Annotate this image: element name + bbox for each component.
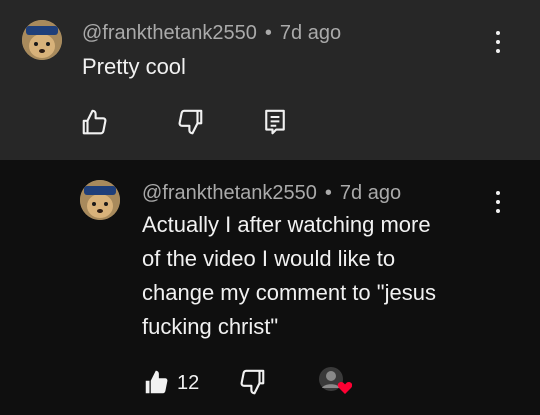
username[interactable]: @frankthetank2550	[82, 22, 257, 44]
reply-text: Actually I after watching more of the vi…	[142, 208, 436, 344]
dislike-button[interactable]	[237, 367, 267, 397]
reply-meta: @frankthetank2550 • 7d ago	[142, 182, 401, 205]
timestamp[interactable]: 7d ago	[340, 182, 401, 204]
reply-text-line: change my comment to "jesus	[142, 280, 436, 305]
more-options-button[interactable]	[490, 188, 506, 216]
like-button[interactable]	[80, 107, 110, 137]
creator-heart[interactable]	[318, 366, 353, 396]
reply-text-line: fucking christ"	[142, 314, 279, 339]
reply-comment-icon	[265, 109, 285, 135]
timestamp[interactable]: 7d ago	[280, 22, 341, 44]
thumbs-up-outline-icon	[82, 109, 107, 135]
dislike-button[interactable]	[175, 107, 205, 137]
dog-avatar-icon	[22, 20, 62, 60]
dog-avatar-icon	[80, 180, 120, 220]
username[interactable]: @frankthetank2550	[142, 182, 317, 204]
reply-text-line: of the video I would like to	[142, 246, 396, 271]
separator-dot: •	[264, 22, 272, 44]
reply-button[interactable]	[260, 107, 290, 137]
reply-thread: @frankthetank2550 • 7d ago Actually I afte…	[0, 160, 540, 415]
reply-text-line: Actually I after watching more	[142, 212, 431, 237]
separator-dot: •	[324, 182, 332, 204]
thumbs-down-outline-icon	[178, 109, 203, 135]
comment-text: Pretty cool	[82, 54, 186, 79]
like-button[interactable]	[142, 367, 172, 397]
comment-thread: @frankthetank2550 • 7d ago Pretty cool	[0, 0, 540, 160]
thumbs-down-outline-icon	[240, 369, 265, 395]
avatar[interactable]	[80, 180, 120, 220]
more-options-button[interactable]	[490, 28, 506, 56]
thumbs-up-filled-icon	[145, 370, 168, 394]
creator-heart-icon	[319, 367, 353, 394]
comment-meta: @frankthetank2550 • 7d ago	[82, 22, 341, 45]
avatar[interactable]	[22, 20, 62, 60]
like-count: 12	[177, 372, 200, 394]
